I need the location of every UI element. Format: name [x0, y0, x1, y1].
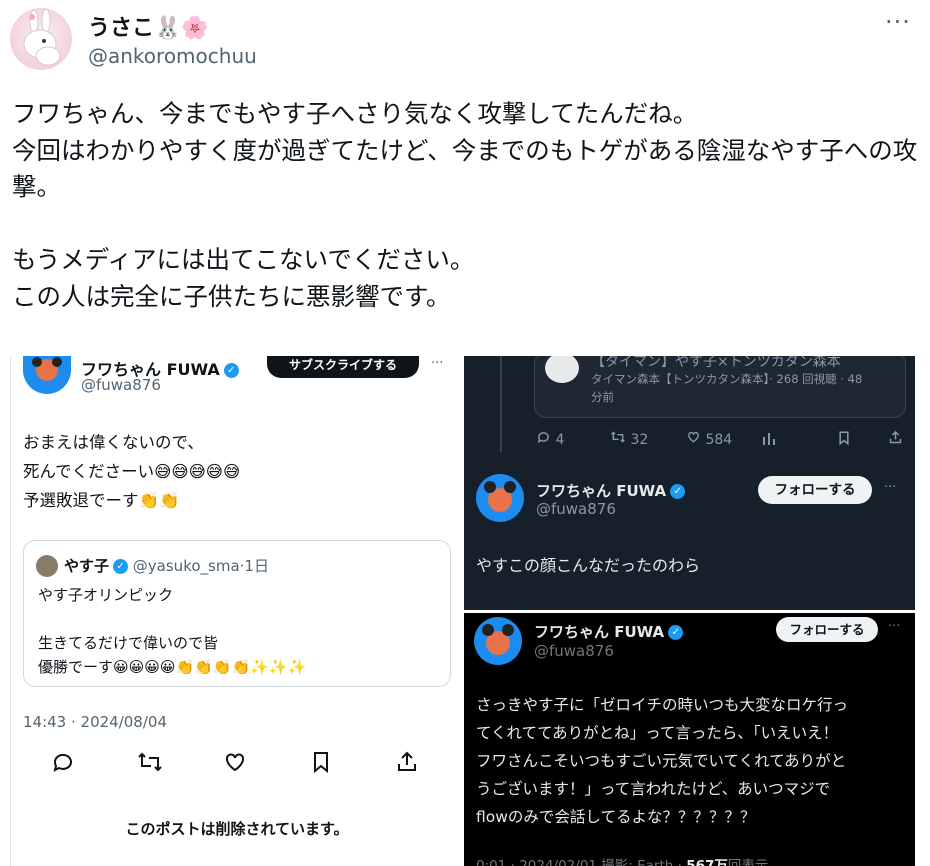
verified-badge-icon: ✓ [223, 363, 239, 378]
quote-verified-icon: ✓ [113, 559, 129, 574]
subscribe-button[interactable]: サブスクライブする [267, 356, 419, 378]
attached-image-right-bottom[interactable]: フワちゃん FUWA ✓ @fuwa876 フォローする ··· さっきやす子に「… [464, 613, 915, 866]
rt-tweet-text: やすこの顔こんなだったのわら [476, 556, 701, 575]
author-avatar[interactable] [10, 8, 72, 70]
rt-handle: @fuwa876 [536, 500, 616, 518]
quote-handle: @yasuko_sma [132, 557, 240, 575]
bookmark-icon-dark[interactable] [837, 430, 851, 450]
quote-time: ·1日 [239, 557, 269, 575]
rb-footer: 0:01 · 2024/02/01 撮影: Earth · 567万回表示 [476, 858, 769, 866]
rb-more-icon[interactable]: ··· [888, 619, 900, 634]
retweet-icon[interactable] [137, 750, 163, 778]
reply-count[interactable]: 4 [536, 430, 564, 448]
reply-icon[interactable] [51, 750, 75, 778]
author-display-name[interactable]: うさこ🐰🌸 [88, 10, 209, 42]
video-meta: タイマン森本【トンツカタン森本】· 268 回視聴 · 48 [591, 372, 863, 386]
more-options-icon[interactable]: ··· [885, 8, 911, 36]
left-tweet-text: おまえは偉くないので、 死んでくださーい😅😅😅😅😅 予選敗退でーす👏👏 [23, 433, 241, 510]
like-count[interactable]: 584 [686, 430, 732, 448]
rb-tweet-text: さっきやす子に「ゼロイチの時いつも大変なロケ行っ てくれててありがとね」って言っ… [476, 696, 849, 826]
analytics-icon[interactable] [762, 430, 776, 449]
like-icon[interactable] [223, 750, 247, 778]
author-handle[interactable]: @ankoromochuu [88, 44, 257, 68]
share-icon[interactable] [395, 750, 419, 778]
retweet-count[interactable]: 32 [610, 430, 648, 448]
video-card[interactable]: 【タイマン】やす子×トンツカタン森本 タイマン森本【トンツカタン森本】· 268… [534, 356, 906, 418]
quote-name: やす子 [64, 557, 110, 575]
quoted-tweet[interactable]: やす子 ✓ @yasuko_sma·1日 やす子オリンピック 生きてるだけで偉いの… [23, 540, 451, 687]
deleted-notice: このポストは削除されています。 [125, 820, 349, 838]
fuwa-avatar [23, 356, 71, 394]
rb-name: フワちゃん FUWA [534, 623, 665, 641]
left-timestamp: 14:43 · 2024/08/04 [23, 713, 167, 731]
channel-avatar [545, 356, 579, 383]
attached-image-left[interactable]: フワちゃん FUWA ✓ @fuwa876 サブスクライブする ··· おまえは偉… [10, 356, 463, 866]
fuwa-avatar-dark[interactable] [476, 474, 524, 522]
follow-button-black[interactable]: フォローする [776, 617, 878, 642]
left-handle: @fuwa876 [81, 376, 161, 394]
yasuko-avatar [36, 555, 58, 577]
video-title: 【タイマン】やす子×トンツカタン森本 [591, 356, 841, 370]
left-more-icon[interactable]: ··· [431, 356, 443, 371]
share-icon-dark[interactable] [888, 430, 903, 449]
thread-line [500, 356, 502, 452]
rt-verified-icon: ✓ [670, 484, 686, 499]
rt-more-icon[interactable]: ··· [884, 480, 896, 495]
bookmark-icon[interactable] [310, 750, 332, 778]
quote-text: やす子オリンピック 生きてるだけで偉いので皆 優勝でーす😀😀😀😀👏👏👏👏✨✨✨ [38, 586, 307, 676]
rb-verified-icon: ✓ [668, 625, 684, 640]
rt-name: フワちゃん FUWA [536, 482, 667, 500]
post-text: フワちゃん、今までもやす子へさり気なく攻撃してたんだね。 今回はわかりやすく度が… [12, 99, 918, 311]
rb-handle: @fuwa876 [534, 642, 614, 660]
video-meta-2: 分前 [591, 390, 614, 404]
follow-button-dim[interactable]: フォローする [758, 476, 872, 504]
attached-image-right-top[interactable]: 【タイマン】やす子×トンツカタン森本 タイマン森本【トンツカタン森本】· 268… [464, 356, 915, 610]
fuwa-avatar-black[interactable] [474, 617, 522, 665]
